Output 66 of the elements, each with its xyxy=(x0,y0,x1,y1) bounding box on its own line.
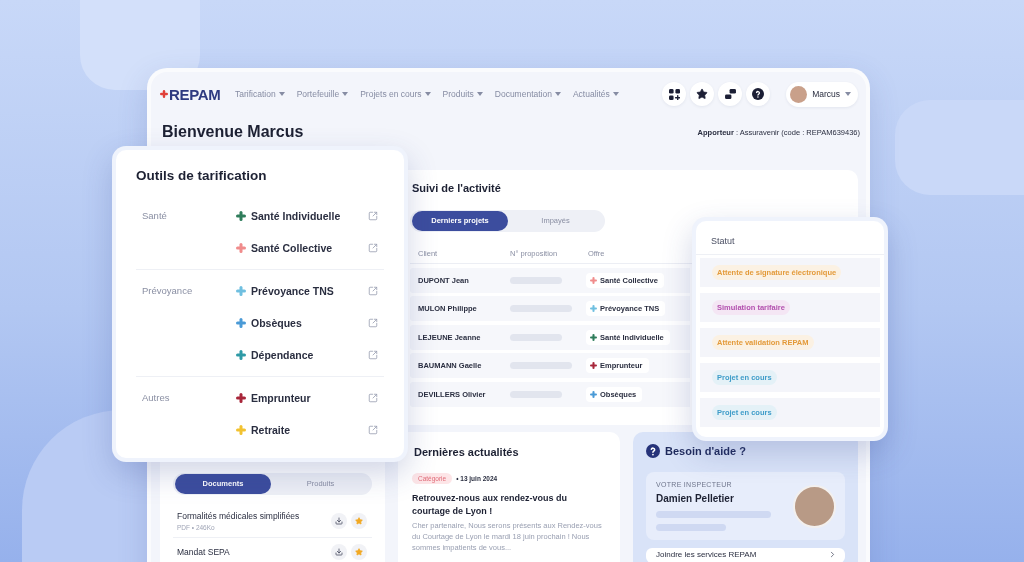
tool-link[interactable]: Obsèques xyxy=(251,317,302,329)
caret-icon xyxy=(278,92,285,96)
card-title: Outils de tarification xyxy=(136,168,267,184)
column-header: Statut xyxy=(711,236,735,246)
external-link-button[interactable] xyxy=(368,318,378,328)
external-link-button[interactable] xyxy=(368,350,378,360)
redacted-bar xyxy=(656,524,726,531)
card-title: Dernières actualités xyxy=(414,445,519,460)
external-link-icon xyxy=(368,350,378,360)
star-icon xyxy=(696,88,709,100)
star-icon xyxy=(355,547,363,556)
caret-icon xyxy=(554,92,561,96)
news-headline[interactable]: Retrouvez-nous aux rendez-vous du courtage de Lyon ! xyxy=(412,492,607,517)
document-title[interactable]: Formalités médicales simplifiées xyxy=(177,510,300,521)
blocks-icon xyxy=(724,89,736,99)
caret-icon xyxy=(424,92,431,96)
external-link-icon xyxy=(368,425,378,435)
external-link-icon xyxy=(368,211,378,221)
apps-icon xyxy=(668,88,680,100)
user-menu-button[interactable]: Marcus xyxy=(786,81,858,107)
external-link-icon xyxy=(368,243,378,253)
caret-icon xyxy=(845,92,851,96)
brand-name[interactable]: REPAM xyxy=(169,85,221,103)
help-button[interactable] xyxy=(746,82,771,106)
avatar xyxy=(790,85,808,103)
external-link-button[interactable] xyxy=(368,286,378,296)
tool-link[interactable]: Emprunteur xyxy=(251,392,311,404)
tool-link[interactable]: Dépendance xyxy=(251,349,314,361)
external-link-button[interactable] xyxy=(368,243,378,253)
blocks-button[interactable] xyxy=(718,82,743,106)
card-title: Besoin d'aide ? xyxy=(665,445,746,457)
caret-icon xyxy=(476,92,483,96)
caret-icon xyxy=(612,92,619,96)
tool-link[interactable]: Prévoyance TNS xyxy=(251,285,334,297)
external-link-button[interactable] xyxy=(368,211,378,221)
star-icon xyxy=(355,516,363,525)
external-link-button[interactable] xyxy=(368,425,378,435)
download-button[interactable] xyxy=(331,512,347,529)
external-link-icon xyxy=(368,318,378,328)
download-icon xyxy=(335,516,343,525)
apps-button[interactable] xyxy=(662,82,687,106)
group-label: Autres xyxy=(142,391,170,405)
group-label: Santé xyxy=(142,209,167,223)
document-title[interactable]: Mandat SEPA xyxy=(177,546,230,557)
download-icon xyxy=(335,547,343,556)
inspector-name: Damien Pelletier xyxy=(656,493,735,504)
external-link-icon xyxy=(368,393,378,403)
tool-link[interactable]: Santé Individuelle xyxy=(251,210,341,222)
favorites-button[interactable] xyxy=(690,82,715,106)
tool-link[interactable]: Santé Collective xyxy=(251,242,333,254)
favorite-button[interactable] xyxy=(351,543,367,560)
caret-icon xyxy=(342,92,349,96)
download-button[interactable] xyxy=(331,543,347,560)
external-link-button[interactable] xyxy=(368,393,378,403)
photo-placeholder xyxy=(793,484,836,528)
favorite-button[interactable] xyxy=(351,512,367,529)
contact-link[interactable]: Joindre les services REPAM xyxy=(646,548,845,562)
cross-icon xyxy=(160,90,168,98)
chevron-right-icon xyxy=(828,550,837,559)
help-icon xyxy=(646,444,660,458)
external-link-icon xyxy=(368,286,378,296)
card-title: Suivi de l'activité xyxy=(412,181,501,196)
group-label: Prévoyance xyxy=(142,284,193,298)
welcome-title: Bienvenue Marcus xyxy=(162,123,304,141)
tool-link[interactable]: Retraite xyxy=(251,424,291,436)
help-icon xyxy=(752,88,765,100)
